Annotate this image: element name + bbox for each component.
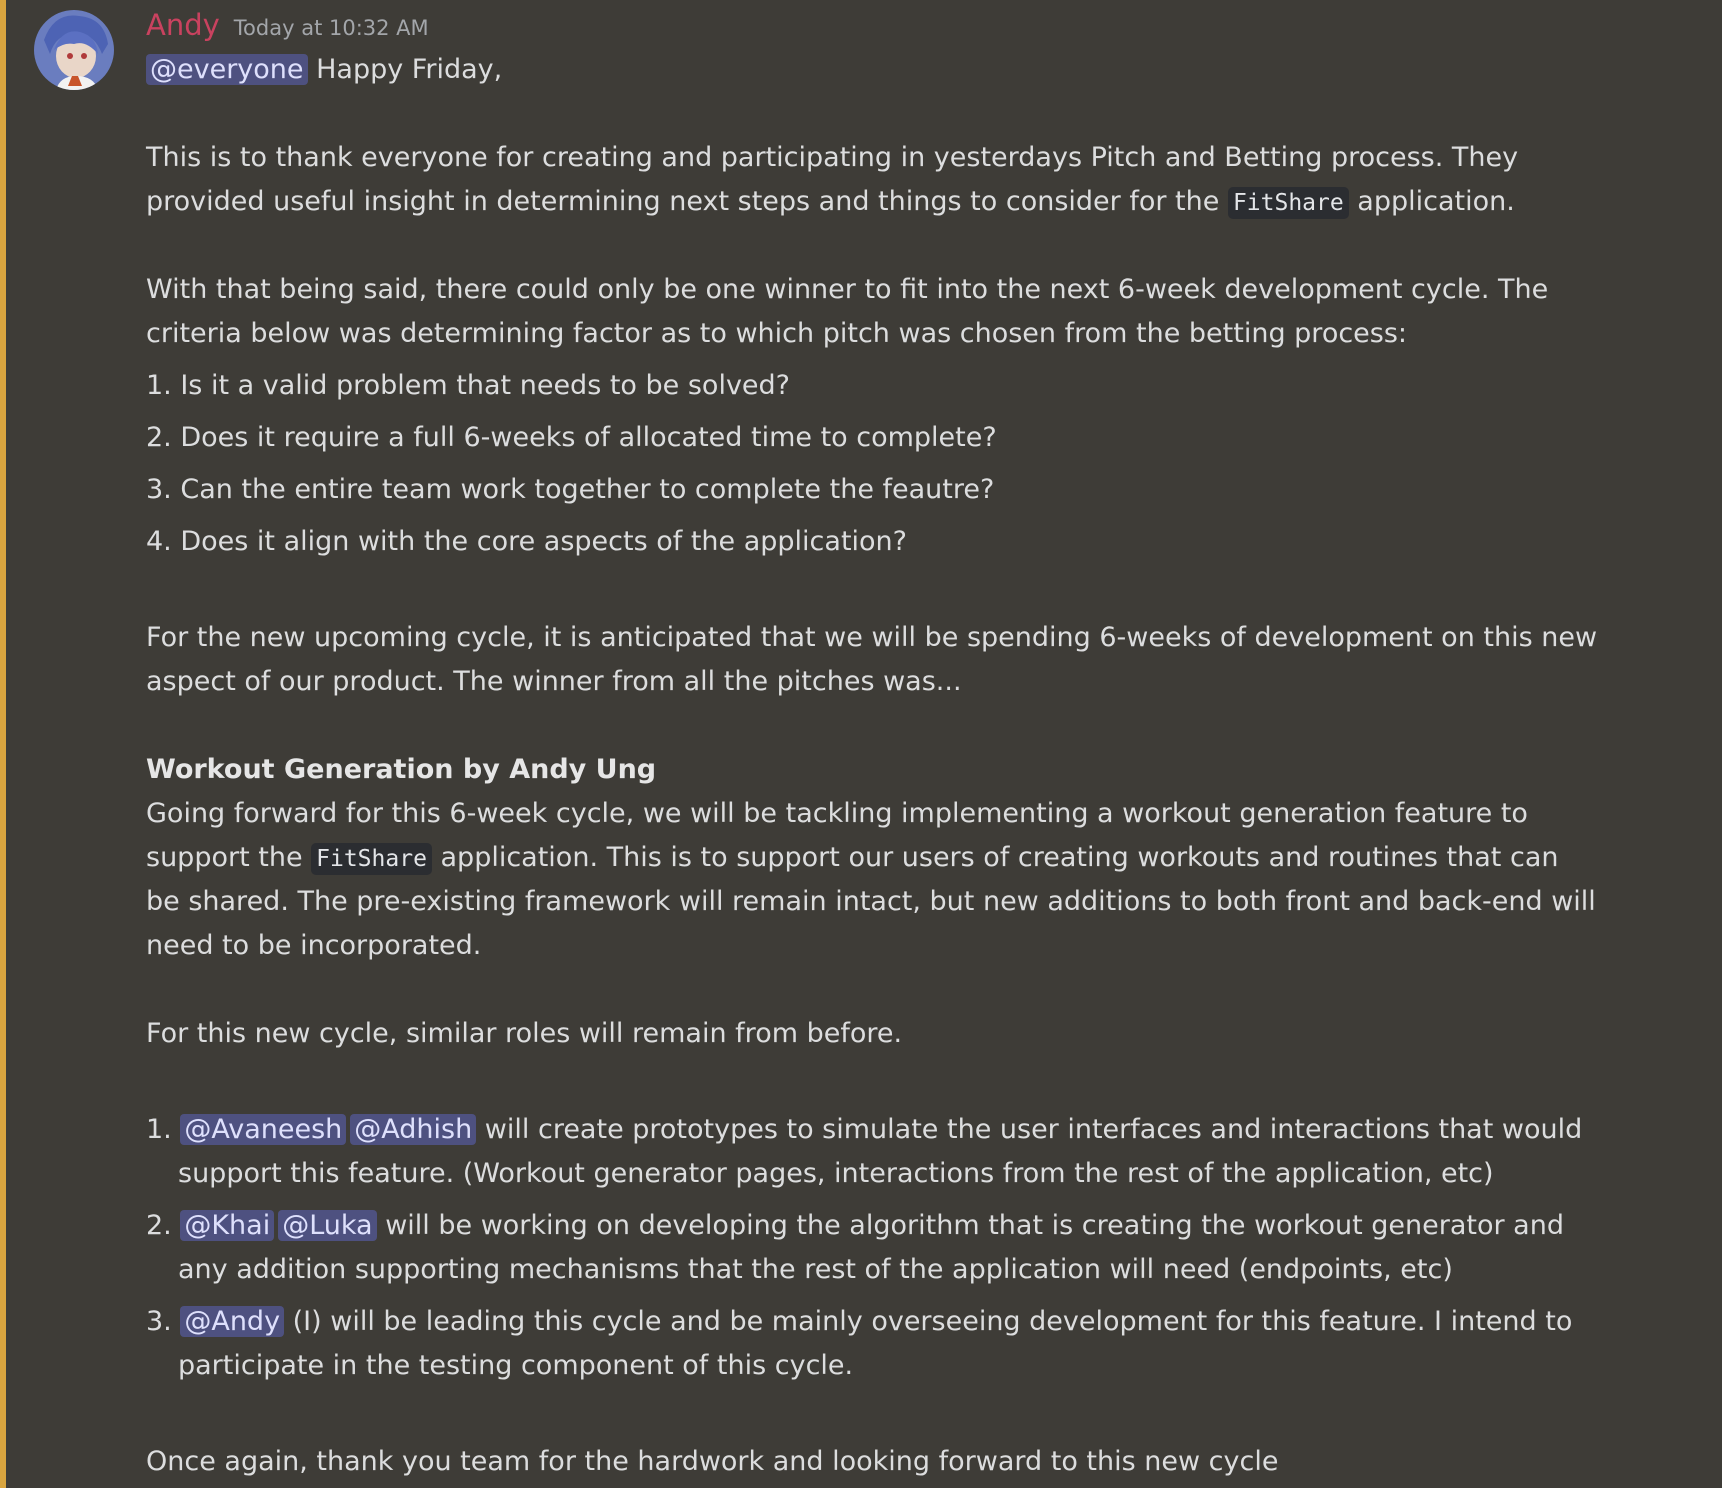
list-number: 1. (146, 1114, 181, 1145)
paragraph-line: need to be incorporated. (146, 930, 482, 961)
mention-avaneesh[interactable]: @Avaneesh (180, 1114, 347, 1145)
text-span: application. (1348, 186, 1515, 217)
list-number: 3. (146, 1306, 181, 1337)
paragraph-line: aspect of our product. The winner from a… (146, 666, 962, 697)
message-content: @everyone Happy Friday, This is to thank… (146, 48, 1706, 1484)
paragraph-line: be shared. The pre-existing framework wi… (146, 886, 1596, 917)
paragraph-line: provided useful insight in determining n… (146, 180, 1706, 224)
paragraph-line: criteria below was determining factor as… (146, 318, 1408, 349)
role-item: 1. @Avaneesh @Adhish will create prototyp… (146, 1108, 1706, 1152)
mention-khai[interactable]: @Khai (180, 1210, 275, 1241)
message-header: Andy Today at 10:32 AM (146, 8, 1706, 48)
criteria-item: 4. Does it align with the core aspects o… (146, 526, 907, 557)
criteria-item: 2. Does it require a full 6-weeks of all… (146, 422, 997, 453)
paragraph-line: For this new cycle, similar roles will r… (146, 1018, 903, 1049)
paragraph-line: support the FitShare application. This i… (146, 836, 1706, 880)
paragraph-line: For the new upcoming cycle, it is antici… (146, 622, 1598, 653)
greeting-line: @everyone Happy Friday, (146, 48, 1706, 92)
paragraph-line: With that being said, there could only b… (146, 274, 1549, 305)
inline-code: FitShare (311, 843, 432, 875)
role-item-continuation: support this feature. (Workout generator… (178, 1158, 1494, 1189)
list-number: 2. (146, 1210, 181, 1241)
text-span: will be working on developing the algori… (376, 1210, 1564, 1241)
text-span: support the (146, 842, 312, 873)
avatar[interactable] (34, 10, 114, 90)
role-item: 2. @Khai @Luka will be working on develop… (146, 1204, 1706, 1248)
text-span: (I) will be leading this cycle and be ma… (284, 1306, 1573, 1337)
criteria-item: 3. Can the entire team work together to … (146, 474, 995, 505)
role-item-continuation: participate in the testing component of … (178, 1350, 854, 1381)
message-timestamp[interactable]: Today at 10:32 AM (234, 16, 429, 40)
text-span: will create prototypes to simulate the u… (476, 1114, 1583, 1145)
role-item: 3. @Andy (I) will be leading this cycle … (146, 1300, 1706, 1344)
author-name[interactable]: Andy (146, 8, 220, 42)
mention-luka[interactable]: @Luka (278, 1210, 377, 1241)
criteria-item: 1. Is it a valid problem that needs to b… (146, 370, 791, 401)
text-span: provided useful insight in determining n… (146, 186, 1228, 217)
text-span: application. This is to support our user… (431, 842, 1559, 873)
chat-message: Andy Today at 10:32 AM @everyone Happy F… (146, 8, 1706, 1484)
mention-andy[interactable]: @Andy (180, 1306, 285, 1337)
message-highlight-bar (0, 0, 6, 1488)
avatar-image (34, 10, 114, 90)
closing-line: Once again, thank you team for the hardw… (146, 1446, 1279, 1477)
greeting-text: Happy Friday, (307, 54, 503, 85)
role-item-continuation: any addition supporting mechanisms that … (178, 1254, 1453, 1285)
winner-title: Workout Generation by Andy Ung (146, 754, 657, 785)
paragraph-line: This is to thank everyone for creating a… (146, 142, 1519, 173)
paragraph-line: Going forward for this 6-week cycle, we … (146, 798, 1528, 829)
mention-adhish[interactable]: @Adhish (350, 1114, 477, 1145)
mention-everyone[interactable]: @everyone (146, 54, 308, 85)
inline-code: FitShare (1227, 187, 1349, 219)
